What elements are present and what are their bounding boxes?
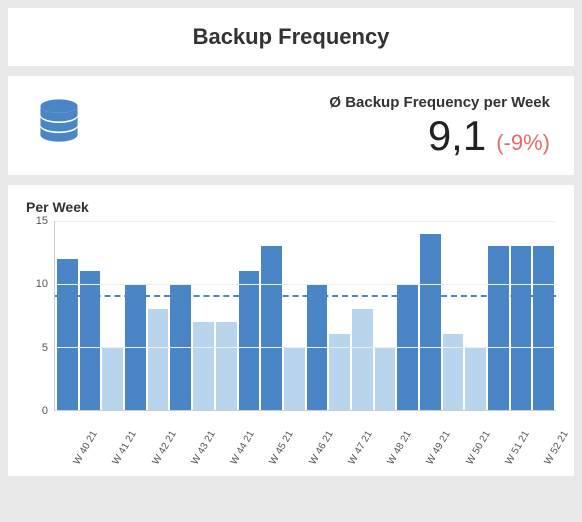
y-tick-label: 0 [42, 405, 48, 417]
bar [352, 309, 373, 410]
page-title: Backup Frequency [8, 24, 574, 50]
bar [420, 234, 441, 410]
bar [533, 246, 554, 410]
bar [329, 334, 350, 410]
bar [511, 246, 532, 410]
chart-plot [54, 221, 556, 411]
chart-card: Per Week 0 5 10 15 W 40 21W 41 21W 42 21W 4… [8, 185, 574, 476]
bar [193, 322, 214, 410]
bar [216, 322, 237, 410]
kpi-label: Ø Backup Frequency per Week [329, 94, 550, 111]
gridline [55, 347, 556, 348]
kpi-card: Ø Backup Frequency per Week 9,1 (-9%) [8, 76, 574, 175]
bar [488, 246, 509, 410]
bar [239, 271, 260, 410]
bar [102, 347, 123, 410]
y-axis: 051015 [26, 221, 54, 411]
bar [57, 259, 78, 410]
y-tick-label: 15 [36, 215, 48, 227]
kpi-value: 9,1 [428, 115, 486, 157]
bar [80, 271, 101, 410]
database-icon [32, 96, 86, 155]
gridline [55, 284, 556, 285]
bar [261, 246, 282, 410]
kpi-block: Ø Backup Frequency per Week 9,1 (-9%) [329, 94, 550, 157]
kpi-delta: (-9%) [496, 130, 550, 156]
chart-bars [55, 221, 556, 410]
bar [465, 347, 486, 410]
y-tick-label: 5 [42, 342, 48, 354]
y-tick-label: 10 [36, 278, 48, 290]
average-line [55, 295, 556, 297]
bar [443, 334, 464, 410]
x-axis: W 40 21W 41 21W 42 21W 43 21W 44 21W 45 … [54, 411, 556, 466]
bar [148, 309, 169, 410]
bar [375, 347, 396, 410]
kpi-value-row: 9,1 (-9%) [329, 115, 550, 157]
chart-plot-area: 051015 [26, 221, 556, 411]
chart-title: Per Week [26, 199, 556, 215]
gridline [55, 221, 556, 222]
title-card: Backup Frequency [8, 8, 574, 66]
bar [284, 347, 305, 410]
